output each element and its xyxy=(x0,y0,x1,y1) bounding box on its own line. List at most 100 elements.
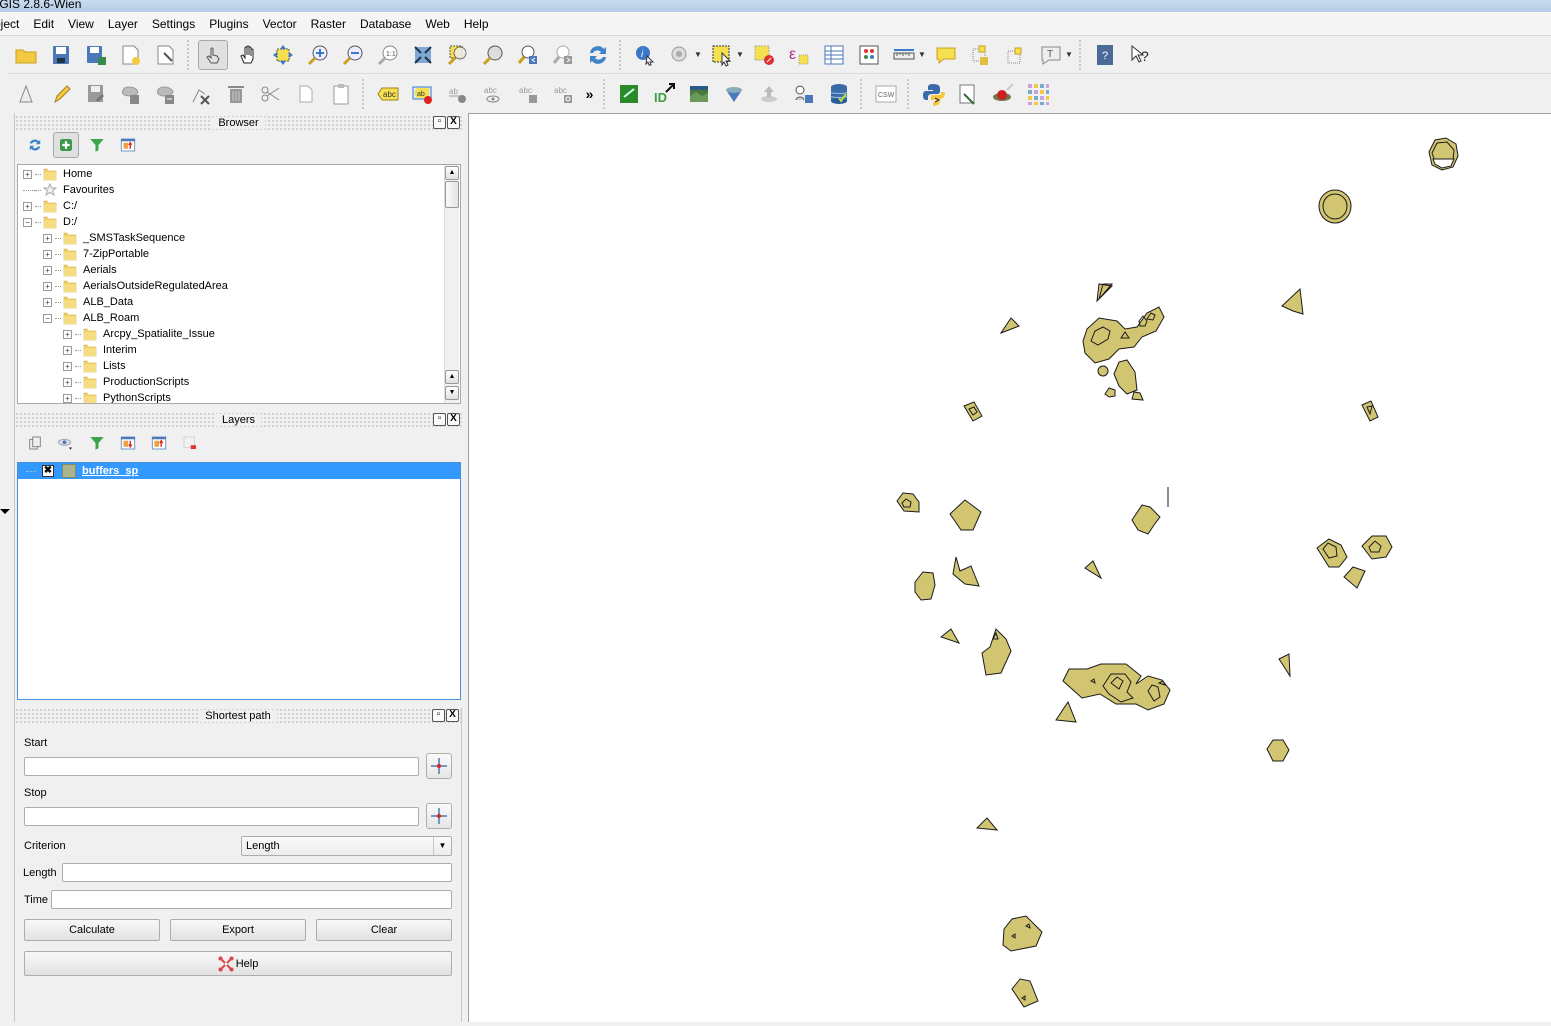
open-project-button[interactable] xyxy=(11,40,41,70)
upload-button[interactable] xyxy=(754,79,784,109)
calculate-button[interactable]: Calculate xyxy=(24,919,160,941)
pan-to-selection-button[interactable] xyxy=(268,40,298,70)
plugin-green-button[interactable] xyxy=(614,79,644,109)
expand-all-button[interactable] xyxy=(115,430,141,456)
select-by-expression-button[interactable]: ε xyxy=(784,40,814,70)
id-plugin-button[interactable]: ID xyxy=(649,79,679,109)
browser-scrollbar[interactable]: ▲ ▲ ▼ xyxy=(444,165,459,403)
menu-vector[interactable]: Vector xyxy=(256,12,304,36)
wfs-button[interactable] xyxy=(719,79,749,109)
browser-item[interactable]: + Arcpy_Spatialite_Issue xyxy=(63,326,215,342)
browser-float-button[interactable]: ▫ xyxy=(433,116,446,129)
browser-item[interactable]: + ALB_Data xyxy=(43,294,133,310)
menu-layer[interactable]: Layer xyxy=(101,12,145,36)
map-canvas[interactable] xyxy=(468,113,1551,1022)
chevron-down-icon[interactable]: ▼ xyxy=(694,50,702,59)
browser-item[interactable]: Favourites xyxy=(23,182,114,198)
layer-name[interactable]: buffers_sp xyxy=(82,465,138,477)
scroll-up-button[interactable]: ▲ xyxy=(445,166,459,180)
run-action-button[interactable] xyxy=(665,40,695,70)
browser-item[interactable]: − ALB_Roam xyxy=(43,310,139,326)
deselect-button[interactable] xyxy=(749,40,779,70)
stop-pick-button[interactable] xyxy=(426,803,452,829)
map-tips-button[interactable] xyxy=(931,40,961,70)
zoom-in-button[interactable] xyxy=(303,40,333,70)
expand-icon[interactable]: + xyxy=(63,345,72,355)
postgis-import-button[interactable] xyxy=(789,79,819,109)
show-hide-labels-button[interactable]: ab xyxy=(443,79,473,109)
move-label-button[interactable]: abc xyxy=(513,79,543,109)
time-field[interactable] xyxy=(51,890,452,909)
scroll-thumb[interactable] xyxy=(445,181,459,208)
save-layer-edits-button[interactable] xyxy=(81,79,111,109)
measure-button[interactable] xyxy=(889,40,919,70)
script-editor-button[interactable] xyxy=(953,79,983,109)
touch-zoom-pan-button[interactable] xyxy=(197,39,228,70)
browser-collapse-button[interactable] xyxy=(115,132,141,158)
save-as-button[interactable] xyxy=(81,40,111,70)
identify-button[interactable]: i xyxy=(630,40,660,70)
pan-button[interactable] xyxy=(233,40,263,70)
whats-this-button[interactable]: ? xyxy=(1125,40,1155,70)
layers-close-button[interactable]: X xyxy=(447,413,460,426)
scroll-down-button[interactable]: ▼ xyxy=(445,386,459,400)
browser-item[interactable]: + ProductionScripts xyxy=(63,374,189,390)
expand-icon[interactable]: + xyxy=(23,201,32,211)
help-contents-button[interactable]: ? xyxy=(1090,40,1120,70)
more-tools-button[interactable]: » xyxy=(583,79,597,109)
layer-labeling-button[interactable]: abc xyxy=(373,79,403,109)
browser-item[interactable]: + Lists xyxy=(63,358,126,374)
browser-close-button[interactable]: X xyxy=(447,116,460,129)
new-bookmark-button[interactable] xyxy=(966,40,996,70)
delete-selected-button[interactable] xyxy=(221,79,251,109)
browser-item[interactable]: + _SMSTaskSequence xyxy=(43,230,185,246)
layer-row-buffers-sp[interactable]: ✖ buffers_sp xyxy=(18,463,460,479)
menu-project[interactable]: Project xyxy=(0,12,26,36)
zoom-full-button[interactable] xyxy=(408,40,438,70)
collapse-icon[interactable]: − xyxy=(43,313,52,323)
browser-add-selected-button[interactable] xyxy=(52,132,79,158)
layer-styling-button[interactable] xyxy=(22,430,48,456)
layer-visibility-checkbox[interactable]: ✖ xyxy=(42,465,54,477)
menu-raster[interactable]: Raster xyxy=(304,12,353,36)
browser-item[interactable]: + PythonScripts xyxy=(63,390,171,403)
attribute-table-button[interactable] xyxy=(819,40,849,70)
node-tool-button[interactable] xyxy=(186,79,216,109)
expand-icon[interactable]: + xyxy=(43,249,52,259)
expand-icon[interactable]: + xyxy=(23,169,32,179)
length-field[interactable] xyxy=(62,863,452,882)
move-feature-button[interactable] xyxy=(151,79,181,109)
browser-item[interactable]: + C:/ xyxy=(23,198,77,214)
paste-features-button[interactable] xyxy=(326,79,356,109)
map-features[interactable] xyxy=(469,114,1551,1023)
expand-icon[interactable]: + xyxy=(63,377,72,387)
pin-labels-button[interactable]: ab xyxy=(408,79,438,109)
stop-field[interactable] xyxy=(24,807,419,826)
openlayers-button[interactable] xyxy=(684,79,714,109)
text-annotation-button[interactable]: T xyxy=(1036,40,1066,70)
expand-icon[interactable]: + xyxy=(63,393,72,403)
current-edits-button[interactable] xyxy=(11,79,41,109)
expand-icon[interactable]: + xyxy=(43,233,52,243)
db-manager-button[interactable] xyxy=(824,79,854,109)
chevron-down-icon[interactable]: ▼ xyxy=(736,50,744,59)
layers-float-button[interactable]: ▫ xyxy=(433,413,446,426)
copy-features-button[interactable] xyxy=(291,79,321,109)
strip-arrow-icon[interactable] xyxy=(0,509,10,514)
scroll-up-button-2[interactable]: ▲ xyxy=(445,370,459,384)
python-console-button[interactable] xyxy=(918,79,948,109)
criterion-select[interactable]: Length ▼ xyxy=(241,836,452,856)
start-field[interactable] xyxy=(24,757,419,776)
shortest-path-float-button[interactable]: ▫ xyxy=(432,709,445,722)
export-button[interactable]: Export xyxy=(170,919,306,941)
browser-item[interactable]: + AerialsOutsideRegulatedArea xyxy=(43,278,228,294)
expand-icon[interactable]: + xyxy=(43,297,52,307)
menu-edit[interactable]: Edit xyxy=(26,12,61,36)
clear-button[interactable]: Clear xyxy=(316,919,452,941)
menu-help[interactable]: Help xyxy=(457,12,496,36)
field-calculator-button[interactable] xyxy=(854,40,884,70)
toggle-editing-button[interactable] xyxy=(46,79,76,109)
menu-plugins[interactable]: Plugins xyxy=(202,12,255,36)
show-bookmarks-button[interactable] xyxy=(1001,40,1031,70)
composer-manager-button[interactable] xyxy=(151,40,181,70)
